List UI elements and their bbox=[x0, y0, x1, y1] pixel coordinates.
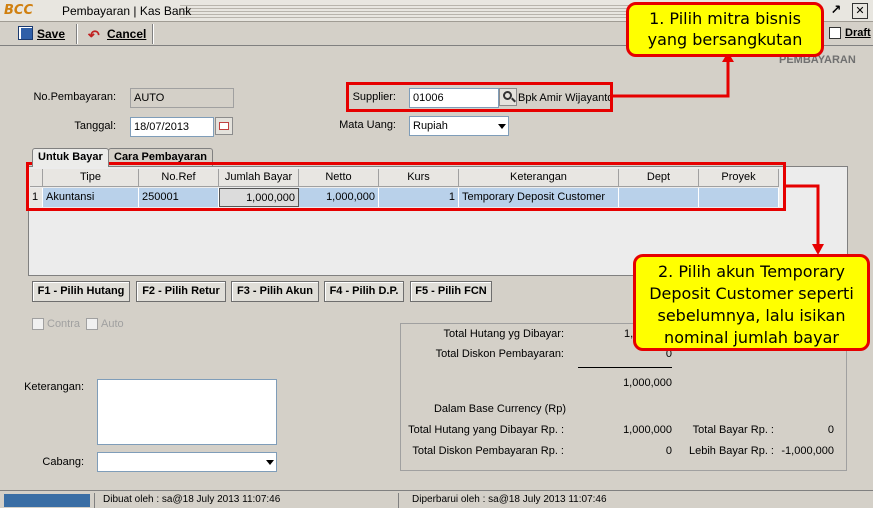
arrow-line-1 bbox=[613, 60, 730, 98]
callout-step-2-line-2: Deposit Customer seperti bbox=[649, 284, 854, 303]
callout-step-2: 2. Pilih akun Temporary Deposit Customer… bbox=[633, 254, 870, 351]
arrow-line-2 bbox=[786, 184, 820, 246]
callout-step-1-line-1: 1. Pilih mitra bisnis bbox=[649, 9, 801, 28]
callout-step-2-line-4: nominal jumlah bayar bbox=[664, 328, 839, 347]
callout-step-1: 1. Pilih mitra bisnis yang bersangkutan bbox=[626, 2, 824, 57]
callout-step-1-line-2: yang bersangkutan bbox=[647, 30, 803, 49]
tab-untuk-bayar[interactable]: Untuk Bayar bbox=[32, 148, 109, 167]
callout-step-2-line-1: 2. Pilih akun Temporary bbox=[657, 262, 845, 281]
callout-step-2-line-3: sebelumnya, lalu isikan bbox=[657, 306, 846, 325]
